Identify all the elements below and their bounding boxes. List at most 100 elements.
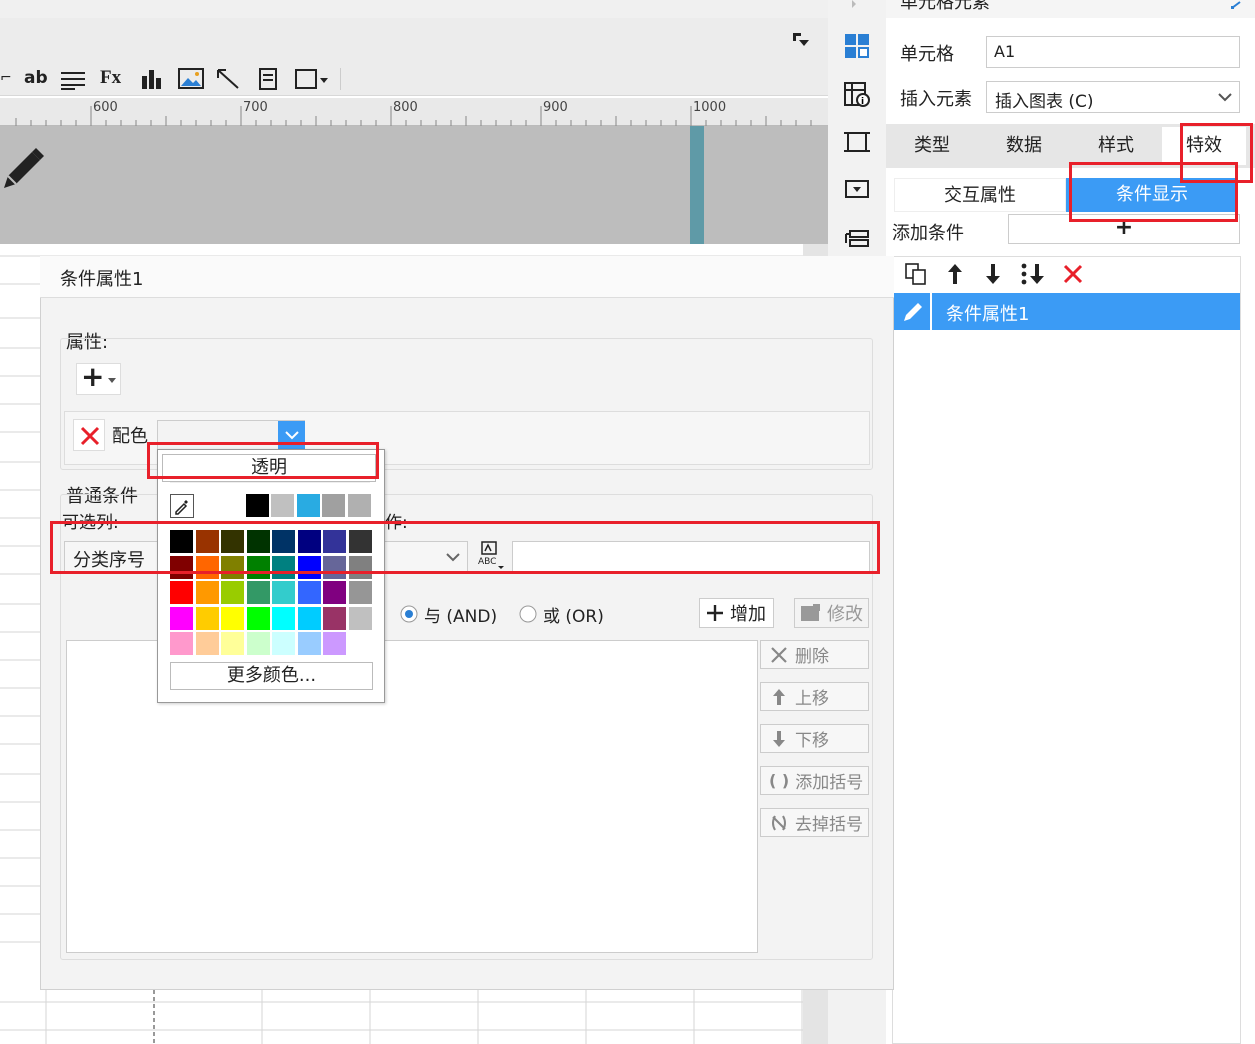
tab-type[interactable]: 类型 <box>886 127 978 165</box>
palette-color-swatch[interactable] <box>348 632 372 655</box>
partial-icon[interactable]: ⌐ <box>0 70 12 86</box>
palette-color-swatch[interactable] <box>221 632 244 655</box>
palette-color-swatch[interactable] <box>195 581 219 604</box>
tab-style[interactable]: 样式 <box>1070 127 1162 165</box>
palette-color-swatch[interactable] <box>170 606 193 630</box>
move-down-button[interactable]: 下移 <box>760 724 869 753</box>
palette-color-swatch[interactable] <box>272 632 295 655</box>
palette-color-swatch[interactable] <box>272 606 295 630</box>
pencil-icon[interactable] <box>0 146 48 194</box>
palette-color-swatch[interactable] <box>348 606 372 630</box>
palette-color-swatch[interactable] <box>272 530 295 553</box>
subtab-interaction[interactable]: 交互属性 <box>894 178 1066 212</box>
recent-color-swatch[interactable] <box>271 494 294 517</box>
collapse-icon[interactable] <box>790 30 810 50</box>
palette-color-swatch[interactable] <box>323 606 346 630</box>
slash-icon[interactable] <box>216 68 242 90</box>
remove-bracket-button[interactable]: 去掉括号 <box>760 808 869 837</box>
palette-color-swatch[interactable] <box>170 581 193 604</box>
palette-color-swatch[interactable] <box>221 530 244 553</box>
frame-dropdown-icon[interactable] <box>294 68 330 90</box>
widget-settings-icon[interactable] <box>844 177 870 203</box>
add-bracket-button[interactable]: ( ) 添加括号 <box>760 766 869 795</box>
cell-element-icon[interactable] <box>844 33 870 59</box>
palette-color-swatch[interactable] <box>221 606 244 630</box>
condition-list-item[interactable]: 条件属性1 <box>894 293 1240 330</box>
color-select[interactable] <box>157 420 305 452</box>
palette-color-swatch[interactable] <box>348 581 372 604</box>
text-element-icon[interactable]: ab <box>24 68 48 88</box>
recent-color-swatch[interactable] <box>220 494 243 517</box>
add-condition-item-button[interactable]: 增加 <box>699 598 774 628</box>
palette-color-swatch[interactable] <box>170 555 193 579</box>
subtab-condition-display[interactable]: 条件显示 <box>1066 178 1238 212</box>
insert-element-select[interactable]: 插入图表 (C) <box>986 81 1240 113</box>
or-label[interactable]: 或 (OR) <box>543 602 604 627</box>
palette-color-swatch[interactable] <box>246 581 270 604</box>
recent-color-swatch[interactable] <box>245 494 269 517</box>
more-colors-button[interactable]: 更多颜色... <box>170 662 373 690</box>
palette-color-swatch[interactable] <box>170 632 193 655</box>
move-bottom-icon[interactable] <box>1020 262 1048 286</box>
tab-data[interactable]: 数据 <box>978 127 1070 165</box>
remove-attribute-button[interactable] <box>73 419 105 451</box>
expand-icon[interactable] <box>1230 0 1242 10</box>
palette-color-swatch[interactable] <box>297 606 321 630</box>
palette-color-swatch[interactable] <box>272 581 295 604</box>
template-settings-icon[interactable] <box>844 225 870 251</box>
palette-color-swatch[interactable] <box>297 555 321 579</box>
subreport-icon[interactable] <box>258 68 278 90</box>
palette-color-swatch[interactable] <box>195 555 219 579</box>
cell-attribute-icon[interactable]: i <box>844 82 870 108</box>
palette-color-swatch[interactable] <box>297 530 321 553</box>
tab-effects[interactable]: 特效 <box>1162 127 1246 165</box>
transparent-option[interactable]: 透明 <box>162 454 376 482</box>
eyedropper-button[interactable] <box>170 494 194 518</box>
float-element-icon[interactable] <box>844 129 870 155</box>
move-up-button[interactable]: 上移 <box>760 682 869 711</box>
move-up-icon[interactable] <box>944 262 966 286</box>
modify-button[interactable]: 修改 <box>794 598 869 628</box>
chart-icon[interactable] <box>140 68 164 90</box>
palette-color-swatch[interactable] <box>170 530 193 553</box>
palette-color-swatch[interactable] <box>246 606 270 630</box>
insert-element-value: 插入图表 (C) <box>995 92 1094 112</box>
recent-color-swatch[interactable] <box>322 494 345 517</box>
color-select-toggle[interactable] <box>278 421 305 451</box>
palette-color-swatch[interactable] <box>195 606 219 630</box>
palette-color-swatch[interactable] <box>195 632 219 655</box>
palette-color-swatch[interactable] <box>297 632 321 655</box>
add-condition-button[interactable]: + <box>1008 214 1240 244</box>
copy-icon[interactable] <box>904 262 930 286</box>
or-radio[interactable] <box>519 605 537 623</box>
formula-icon[interactable]: Fx <box>100 67 121 89</box>
recent-color-swatch[interactable] <box>296 494 320 517</box>
palette-color-swatch[interactable] <box>297 581 321 604</box>
palette-color-swatch[interactable] <box>323 555 346 579</box>
transparent-label: 透明 <box>251 457 287 478</box>
cell-field[interactable]: A1 <box>986 36 1240 68</box>
paragraph-icon[interactable] <box>60 70 86 90</box>
formula-editor-icon[interactable]: ABC <box>476 540 506 572</box>
palette-color-swatch[interactable] <box>221 555 244 579</box>
and-radio[interactable] <box>400 605 418 623</box>
add-attribute-button[interactable]: + <box>76 360 121 395</box>
palette-color-swatch[interactable] <box>195 530 219 553</box>
move-down-icon[interactable] <box>982 262 1004 286</box>
image-icon[interactable] <box>178 68 204 90</box>
value-input[interactable] <box>512 541 870 573</box>
palette-color-swatch[interactable] <box>221 581 244 604</box>
delete-icon[interactable] <box>1062 263 1084 285</box>
palette-color-swatch[interactable] <box>348 555 372 579</box>
palette-color-swatch[interactable] <box>272 555 295 579</box>
palette-color-swatch[interactable] <box>246 632 270 655</box>
palette-color-swatch[interactable] <box>348 530 372 553</box>
palette-color-swatch[interactable] <box>323 632 346 655</box>
palette-color-swatch[interactable] <box>246 530 270 553</box>
delete-button[interactable]: 删除 <box>760 640 869 669</box>
palette-color-swatch[interactable] <box>323 530 346 553</box>
palette-color-swatch[interactable] <box>323 581 346 604</box>
and-label[interactable]: 与 (AND) <box>424 602 497 627</box>
palette-color-swatch[interactable] <box>246 555 270 579</box>
recent-color-swatch[interactable] <box>347 494 371 517</box>
